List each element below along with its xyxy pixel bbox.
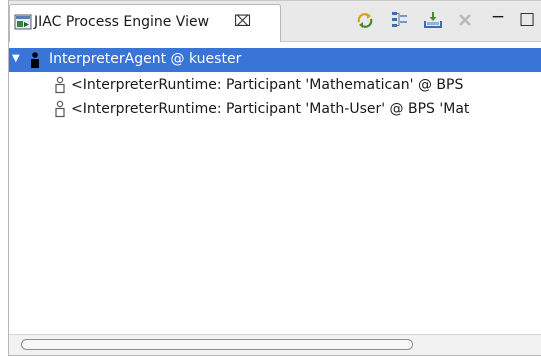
scrollbar-thumb[interactable] [21,339,413,350]
tree-layout-icon[interactable] [389,9,411,31]
close-icon[interactable]: ⌧ [234,12,251,30]
tree-node-runtime-math-user[interactable]: <InterpreterRuntime: Participant 'Math-U… [9,98,541,122]
horizontal-scrollbar[interactable] [9,334,541,356]
process-engine-view: JIAC Process Engine View ⌧ − □ ▼ Interpr… [8,0,541,356]
minimize-button[interactable]: − [487,6,509,28]
tree-node-label: <InterpreterRuntime: Participant 'Math-U… [71,101,470,117]
participant-icon [55,76,65,94]
tab-title: JIAC Process Engine View [34,14,210,30]
participant-icon [55,100,65,118]
maximize-button[interactable]: □ [516,8,538,30]
tree-node-label: InterpreterAgent @ kuester [49,51,242,67]
agent-icon [31,52,39,68]
view-tab-strip: JIAC Process Engine View ⌧ − □ [9,0,541,42]
tree-node-runtime-mathematican[interactable]: <InterpreterRuntime: Participant 'Mathem… [9,74,541,98]
expand-triangle-icon[interactable]: ▼ [12,53,20,64]
process-engine-view-icon [14,14,32,30]
tree-node-interpreter-agent[interactable]: ▼ InterpreterAgent @ kuester [9,48,541,72]
tab-jiac-process-engine-view[interactable]: JIAC Process Engine View ⌧ [9,4,281,42]
remove-icon[interactable] [454,9,476,31]
agent-tree: ▼ InterpreterAgent @ kuester <Interprete… [9,42,541,334]
refresh-icon[interactable] [354,9,376,31]
import-icon[interactable] [422,9,444,31]
tree-node-label: <InterpreterRuntime: Participant 'Mathem… [71,77,464,93]
